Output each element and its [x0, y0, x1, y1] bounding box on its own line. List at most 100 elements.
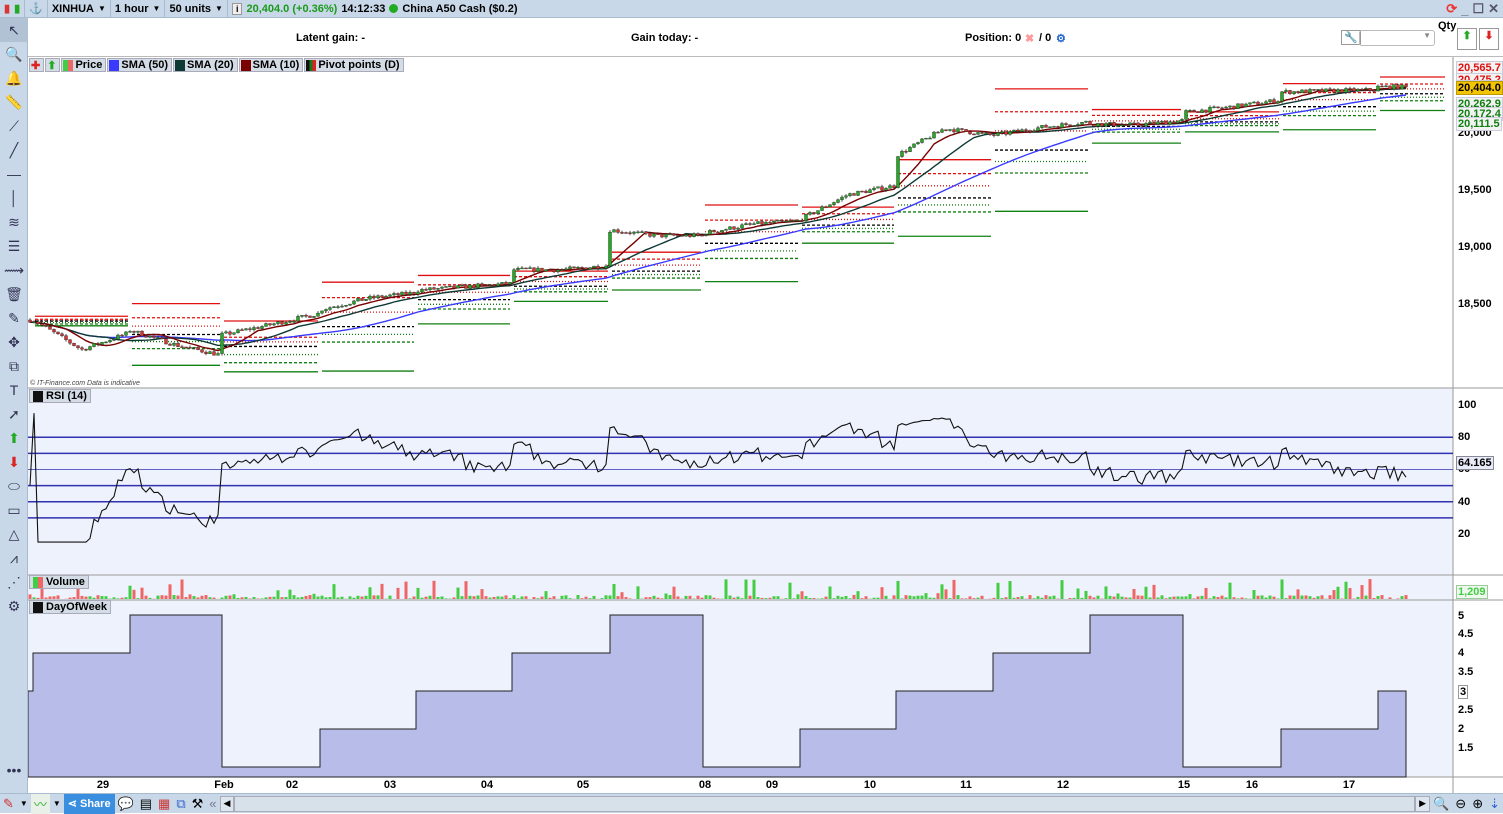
candle: [469, 285, 472, 288]
zoom-out-icon[interactable]: ⊖: [1452, 794, 1469, 814]
buy-ticket-icon[interactable]: ⬆: [1457, 28, 1477, 50]
candle: [329, 308, 332, 310]
volume-bar: [425, 597, 428, 599]
volume-bar: [485, 596, 488, 599]
candle: [1389, 86, 1392, 89]
legend-sma50[interactable]: SMA (50): [107, 58, 172, 72]
more-icon[interactable]: •••: [0, 758, 28, 782]
candle: [1373, 90, 1376, 91]
close-icon[interactable]: ✕: [1488, 1, 1499, 17]
pattern-icon[interactable]: ⩘: [0, 546, 28, 570]
chart-type-icon[interactable]: ▮▮: [0, 0, 25, 18]
collapse-button[interactable]: ✚: [29, 58, 44, 72]
date-tick: 12: [1057, 779, 1069, 791]
legend-sma10[interactable]: SMA (10): [239, 58, 304, 72]
minimize-icon[interactable]: _: [1461, 2, 1468, 17]
volume-bar: [465, 581, 468, 599]
units-select[interactable]: 50 units▼: [165, 0, 228, 18]
volume-bar: [949, 598, 952, 599]
refresh-icon[interactable]: ⟳: [1446, 1, 1457, 17]
ray-icon[interactable]: ╱: [0, 138, 28, 162]
fibonacci-icon[interactable]: ≋: [0, 210, 28, 234]
candle: [201, 350, 204, 352]
draw-tools-icon[interactable]: ✎: [0, 794, 17, 814]
link-icon[interactable]: ⚓: [25, 0, 48, 18]
vertical-line-icon[interactable]: │: [0, 186, 28, 210]
legend-sma20[interactable]: SMA (20): [173, 58, 238, 72]
zoom-in-icon[interactable]: ⊕: [1469, 794, 1486, 814]
candle: [1273, 100, 1276, 103]
date-tick: 05: [577, 779, 589, 791]
share-button[interactable]: ⋖Share: [64, 794, 115, 814]
rectangle-icon[interactable]: ▭: [0, 498, 28, 522]
grid-icon[interactable]: ▦: [155, 794, 173, 814]
gear-icon[interactable]: ⚙: [1056, 32, 1066, 45]
trend-icon[interactable]: ⟿: [0, 258, 28, 282]
volume-bar: [1229, 583, 1232, 599]
legend-pivot[interactable]: Pivot points (D): [304, 58, 403, 72]
trash-icon[interactable]: 🗑: [0, 282, 28, 306]
candle: [33, 322, 36, 323]
pointer-icon[interactable]: ↖: [0, 18, 28, 42]
volume-bar: [605, 595, 608, 599]
candle: [433, 288, 436, 290]
expand-button[interactable]: ⬆: [45, 58, 60, 72]
symbol-select[interactable]: XINHUA▼: [48, 0, 111, 18]
copy-icon[interactable]: ⧉: [0, 354, 28, 378]
chevron-down-icon[interactable]: ▼: [17, 794, 31, 814]
wrench-icon[interactable]: 🔧: [1341, 30, 1361, 45]
line-icon[interactable]: ⟋: [0, 114, 28, 138]
report-icon[interactable]: ▤: [137, 794, 155, 814]
gann-icon[interactable]: ⋰: [0, 570, 28, 594]
close-position-icon[interactable]: ✖: [1025, 32, 1034, 45]
scroll-right-button[interactable]: ▶: [1415, 796, 1430, 812]
volume-bar: [1157, 598, 1160, 599]
brush-icon[interactable]: ✎: [0, 306, 28, 330]
volume-bar: [253, 597, 256, 599]
volume-bar: [757, 597, 760, 599]
candle: [273, 324, 276, 325]
maximize-icon[interactable]: ☐: [1472, 1, 1484, 17]
info-icon[interactable]: i: [232, 3, 243, 15]
text-icon[interactable]: T: [0, 378, 28, 402]
sell-ticket-icon[interactable]: ⬇: [1479, 28, 1499, 50]
volume-panel-label[interactable]: Volume: [29, 575, 89, 589]
arrow-up-icon[interactable]: ⬆: [0, 426, 28, 450]
candle: [301, 315, 304, 316]
candle: [881, 187, 884, 190]
arrow-icon[interactable]: ➚: [0, 402, 28, 426]
triangle-icon[interactable]: △: [0, 522, 28, 546]
scroll-end-icon[interactable]: ⇣: [1486, 794, 1503, 814]
candle: [1125, 125, 1128, 126]
horizontal-line-icon[interactable]: —: [0, 162, 28, 186]
rsi-panel-label[interactable]: RSI (14): [29, 389, 91, 403]
ellipse-icon[interactable]: ⬭: [0, 474, 28, 498]
comment-icon[interactable]: 💬: [115, 794, 137, 814]
chart-canvas[interactable]: [0, 0, 1503, 813]
candle: [805, 214, 808, 220]
alert-icon[interactable]: 🔔: [0, 66, 28, 90]
zoom-icon[interactable]: 🔍: [0, 42, 28, 66]
ruler-icon[interactable]: 📏: [0, 90, 28, 114]
settings-icon[interactable]: ⚒: [189, 794, 207, 814]
chevron-down-icon[interactable]: ▼: [50, 794, 64, 814]
candle: [221, 333, 224, 354]
legend-price[interactable]: Price: [61, 58, 106, 72]
settings-icon[interactable]: ⚙: [0, 594, 28, 618]
volume-bar: [321, 596, 324, 599]
volume-bar: [637, 586, 640, 599]
channel-icon[interactable]: ☰: [0, 234, 28, 258]
move-icon[interactable]: ✥: [0, 330, 28, 354]
scroll-start-icon[interactable]: «: [206, 794, 219, 814]
scroll-left-button[interactable]: ◀: [220, 796, 235, 812]
dow-panel-label[interactable]: DayOfWeek: [29, 600, 111, 614]
auto-zoom-icon[interactable]: 🔍: [1430, 794, 1452, 814]
volume-bar: [57, 595, 60, 599]
compare-icon[interactable]: ⧉: [173, 794, 188, 814]
volume-bar: [669, 595, 672, 599]
horizontal-scrollbar[interactable]: [234, 796, 1415, 812]
interval-select[interactable]: 1 hour▼: [111, 0, 166, 18]
indicators-icon[interactable]: 〰: [31, 794, 50, 814]
account-select[interactable]: ▼: [1359, 30, 1435, 46]
arrow-down-icon[interactable]: ⬇: [0, 450, 28, 474]
